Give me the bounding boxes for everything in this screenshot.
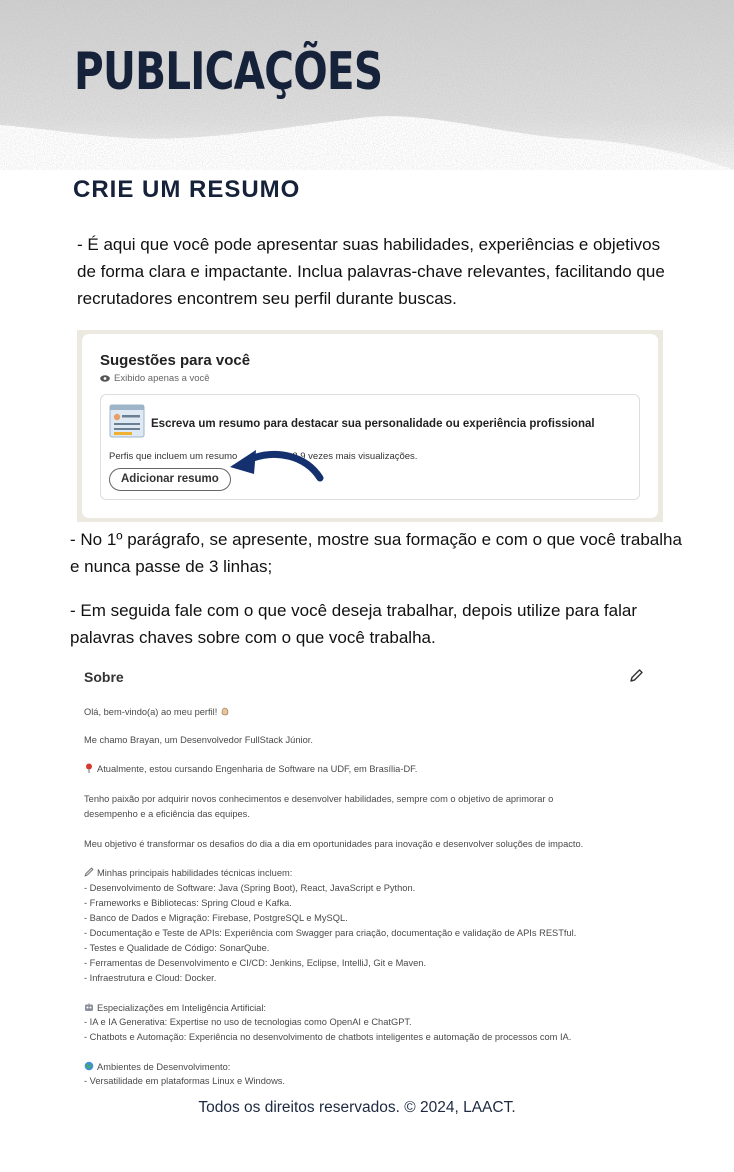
suggestions-subtitle-row: Exibido apenas a você <box>100 373 640 384</box>
intro-paragraph-3: - Em seguida fale com o que você deseja … <box>70 601 637 647</box>
about-line: - Infraestrutura e Cloud: Docker. <box>84 973 217 983</box>
about-line: - IA e IA Generativa: Expertise no uso d… <box>84 1017 412 1027</box>
intro-paragraph-1: - É aqui que você pode apresentar suas h… <box>77 235 665 308</box>
about-screenshot: Sobre Olá, bem-vindo(a) ao meu perfil! M… <box>70 658 660 1098</box>
about-line-text: Atualmente, estou cursando Engenharia de… <box>97 764 418 774</box>
suggestion-note-start: Perfis que incluem um resumo <box>109 451 238 462</box>
suggestions-subtitle: Exibido apenas a você <box>114 373 210 384</box>
intro-paragraph-2: - No 1º parágrafo, se apresente, mostre … <box>70 530 682 576</box>
about-line: - Desenvolvimento de Software: Java (Spr… <box>84 883 416 893</box>
about-line: Minhas principais habilidades técnicas i… <box>84 867 292 878</box>
about-line-text: Ambientes de Desenvolvimento: <box>97 1062 231 1072</box>
about-line: desempenho e a eficiência das equipes. <box>84 809 250 819</box>
edit-pencil-icon[interactable] <box>628 668 644 684</box>
about-line: Olá, bem-vindo(a) ao meu perfil! <box>84 706 233 717</box>
about-line: - Testes e Qualidade de Código: SonarQub… <box>84 943 270 953</box>
waving-hand-icon <box>221 707 229 716</box>
pin-icon <box>86 763 92 773</box>
globe-icon <box>84 1061 94 1071</box>
profile-card-icon <box>109 404 145 438</box>
about-line-text: Olá, bem-vindo(a) ao meu perfil! <box>84 707 218 717</box>
about-line-text: Especializações em Inteligência Artifici… <box>97 1003 266 1013</box>
page-title: PUBLICAÇÕES <box>74 42 383 102</box>
footer-copyright: Todos os direitos reservados. © 2024, LA… <box>198 1099 516 1116</box>
eye-icon <box>100 375 110 382</box>
pointer-arrow-icon <box>230 450 324 482</box>
about-line: Meu objetivo é transformar os desafios d… <box>84 839 584 849</box>
about-line: - Ferramentas de Desenvolvimento e CI/CD… <box>84 958 427 968</box>
pencil-emoji-icon <box>84 867 94 877</box>
about-line-text: Minhas principais habilidades técnicas i… <box>97 868 293 878</box>
robot-icon <box>85 1003 93 1011</box>
add-summary-button[interactable]: Adicionar resumo <box>109 468 231 491</box>
about-line: - Chatbots e Automação: Experiência no d… <box>84 1032 572 1042</box>
about-line: Ambientes de Desenvolvimento: <box>84 1061 230 1072</box>
suggestions-title: Sugestões para você <box>100 352 251 369</box>
about-line: - Banco de Dados e Migração: Firebase, P… <box>84 913 348 923</box>
about-line: Especializações em Inteligência Artifici… <box>84 1002 266 1013</box>
about-line: Atualmente, estou cursando Engenharia de… <box>84 763 417 774</box>
about-line: - Versatilidade em plataformas Linux e W… <box>84 1076 286 1086</box>
section-heading: CRIE UM RESUMO <box>73 176 301 203</box>
suggestion-card-title: Escreva um resumo para destacar sua pers… <box>151 418 595 430</box>
about-title: Sobre <box>84 669 124 685</box>
about-line: Tenho paixão por adquirir novos conhecim… <box>84 794 554 804</box>
about-line: - Frameworks e Bibliotecas: Spring Cloud… <box>84 898 292 908</box>
summary-suggestion-item: Escreva um resumo para destacar sua pers… <box>100 394 640 500</box>
suggestions-card: Sugestões para você Exibido apenas a voc… <box>82 334 658 518</box>
about-line: Me chamo Brayan, um Desenvolvedor FullSt… <box>84 735 313 745</box>
about-line: - Documentação e Teste de APIs: Experiên… <box>84 928 577 938</box>
suggestions-screenshot: Sugestões para você Exibido apenas a voc… <box>77 330 663 522</box>
